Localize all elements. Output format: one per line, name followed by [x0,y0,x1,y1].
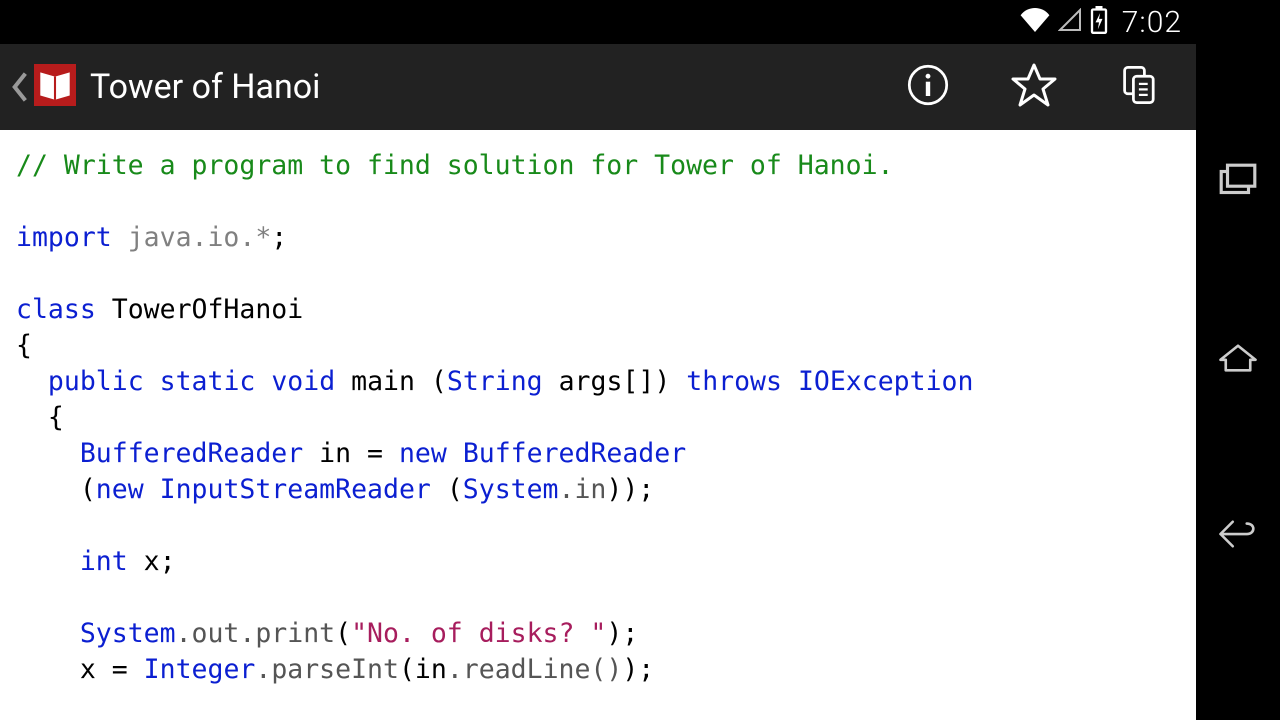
home-button[interactable] [1217,337,1259,383]
recent-apps-button[interactable] [1217,161,1259,207]
battery-charging-icon [1090,6,1108,38]
android-nav-bar [1196,0,1280,720]
screen: 7:02 Tower of Hanoi // Write a program t… [0,0,1196,720]
signal-icon [1058,8,1082,36]
page-title: Tower of Hanoi [90,67,898,107]
code-viewer[interactable]: // Write a program to find solution for … [0,130,1196,720]
status-bar: 7:02 [0,0,1196,44]
status-time: 7:02 [1122,5,1182,40]
code-block: // Write a program to find solution for … [16,148,1180,688]
action-bar [898,53,1188,121]
wifi-icon [1020,8,1050,36]
app-bar: Tower of Hanoi [0,44,1196,130]
android-back-button[interactable] [1217,513,1259,559]
favorite-button[interactable] [1002,53,1066,121]
copy-button[interactable] [1110,55,1170,119]
back-button[interactable] [6,58,82,116]
info-button[interactable] [898,55,958,119]
app-logo-icon [34,64,76,110]
